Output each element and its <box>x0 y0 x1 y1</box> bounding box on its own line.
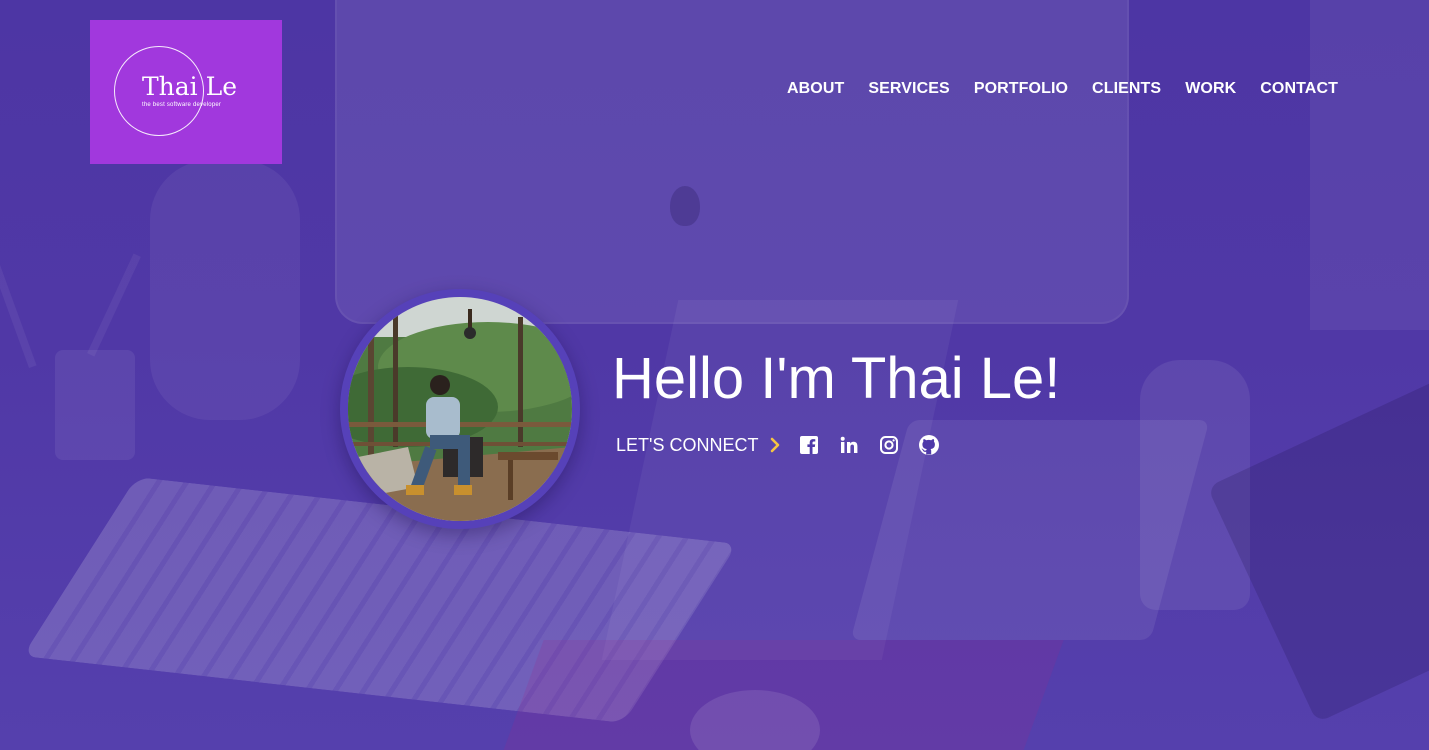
chevron-right-icon <box>770 437 780 453</box>
background-pen <box>0 261 37 369</box>
background-apple-logo <box>670 186 700 226</box>
facebook-icon[interactable] <box>798 434 820 456</box>
logo-title: Thai Le <box>142 72 238 101</box>
linkedin-icon[interactable] <box>838 434 860 456</box>
instagram-icon[interactable] <box>878 434 900 456</box>
connect-label: LET'S CONNECT <box>616 434 759 455</box>
logo-subtitle: the best software developer <box>142 102 222 108</box>
background-monitor <box>335 0 1129 324</box>
nav-about[interactable]: ABOUT <box>787 80 844 98</box>
avatar-ring <box>340 289 580 529</box>
nav-portfolio[interactable]: PORTFOLIO <box>974 80 1068 98</box>
main-nav: ABOUT SERVICES PORTFOLIO CLIENTS WORK CO… <box>787 80 1338 98</box>
hero-heading: Hello I'm Thai Le! <box>612 346 1061 411</box>
background-pen-cup <box>55 350 135 460</box>
github-icon[interactable] <box>918 434 940 456</box>
nav-contact[interactable]: CONTACT <box>1260 80 1338 98</box>
avatar <box>348 297 572 521</box>
background-speaker <box>150 160 300 420</box>
background-pen <box>87 253 141 357</box>
nav-services[interactable]: SERVICES <box>868 80 949 98</box>
site-logo[interactable]: Thai Le the best software developer <box>90 20 282 164</box>
connect-row: LET'S CONNECT <box>616 434 958 456</box>
nav-work[interactable]: WORK <box>1185 80 1236 98</box>
background-speaker-right <box>1310 0 1429 330</box>
nav-clients[interactable]: CLIENTS <box>1092 80 1161 98</box>
